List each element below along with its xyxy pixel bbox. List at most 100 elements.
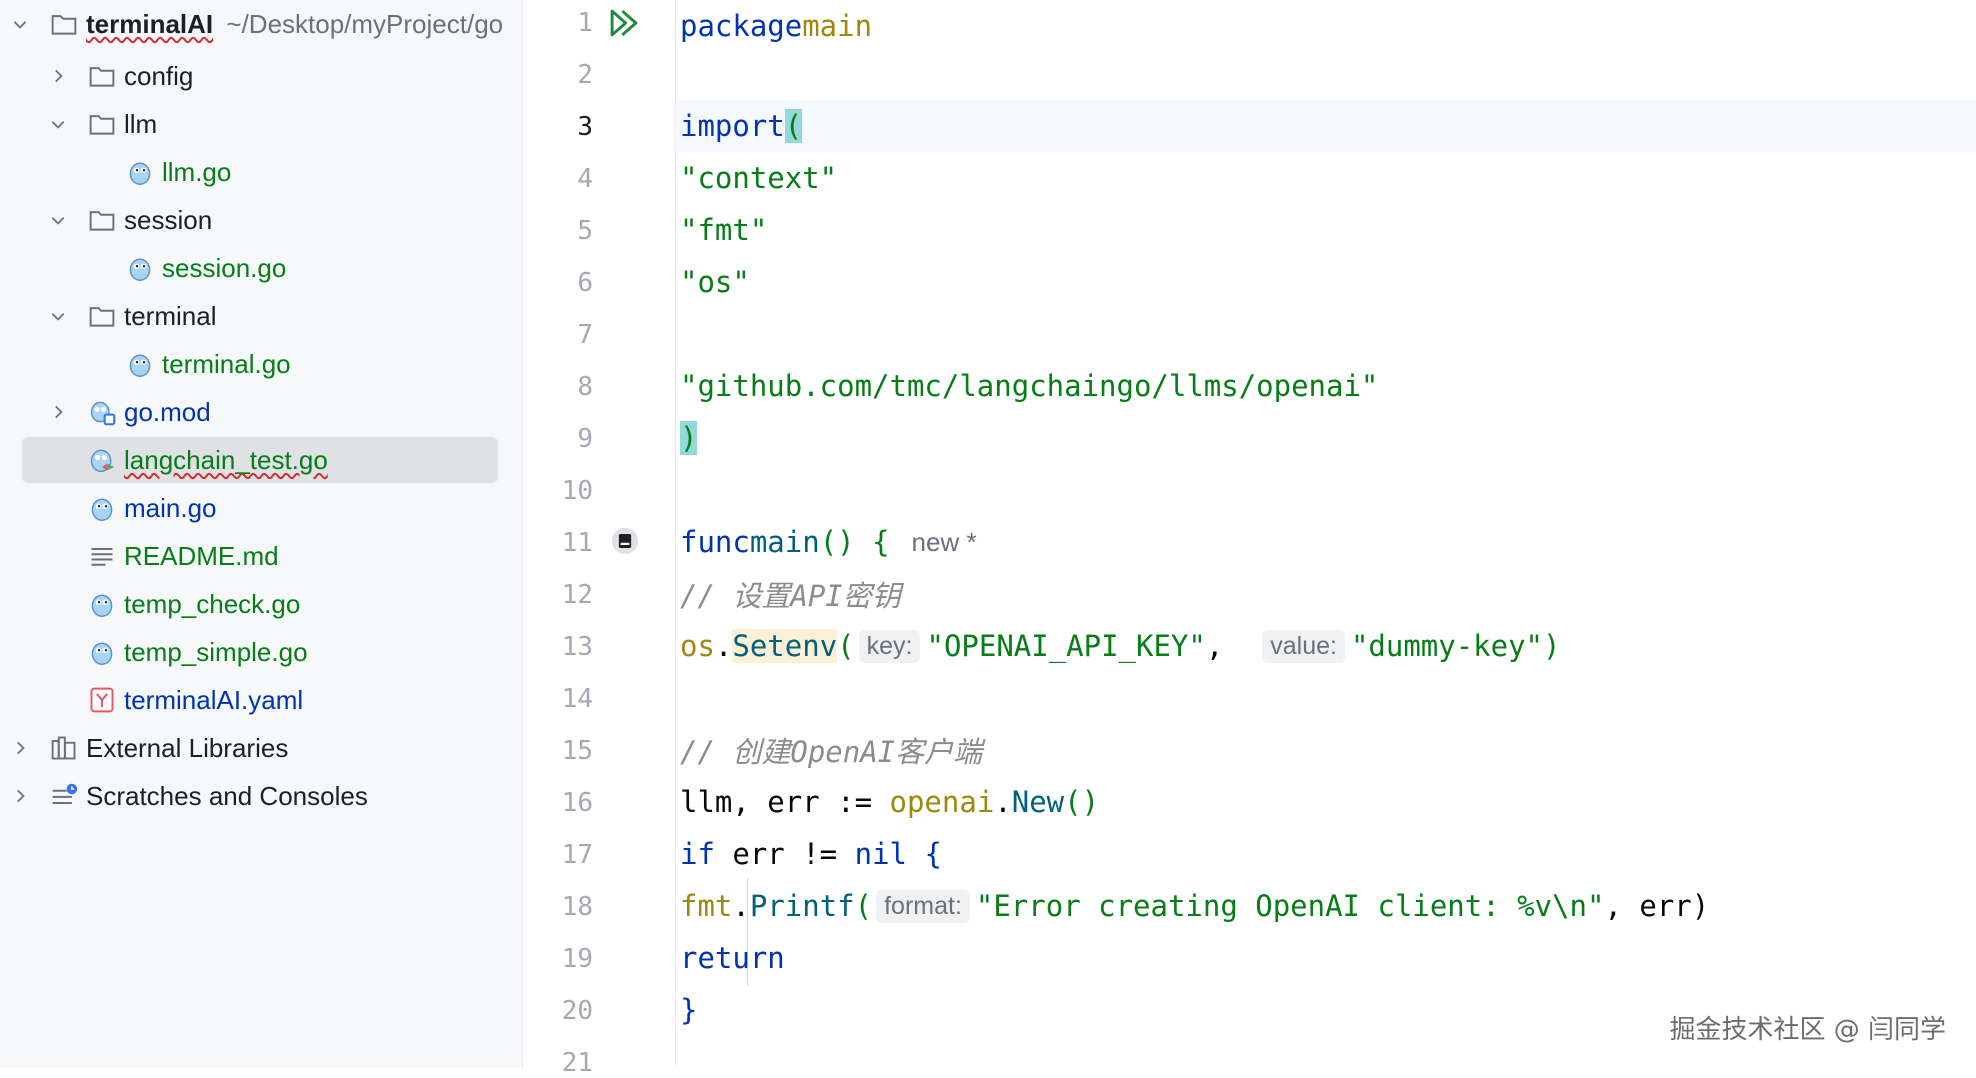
tree-item-temp-simple-go[interactable]: temp_simple.go [0,628,522,676]
folder-icon [88,62,116,90]
chevron-right-icon[interactable] [48,402,68,422]
tree-item-label: temp_check.go [124,588,301,619]
run-icon[interactable] [607,6,641,40]
line-number: 10 [561,476,593,506]
author-hint[interactable]: new * [912,527,977,558]
tree-item-llm[interactable]: llm [0,100,522,148]
line-number: 17 [561,840,593,870]
tree-item-label: External Libraries [86,732,289,763]
code-line-11: func main() {new * [680,525,977,559]
scratches-icon [50,782,78,810]
tree-item-label: config [124,60,194,91]
code-line-16: llm, err := openai. New() [680,785,1100,819]
tree-item-label: langchain_test.go [124,444,328,475]
code-editor[interactable]: package main import ( "context" "fmt" "o… [676,0,1976,1068]
tree-item-terminalai-yaml[interactable]: terminalAI.yaml [0,676,522,724]
tree-item-terminal-go[interactable]: terminal.go [0,340,522,388]
code-line-18: fmt. Printf(format: "Error creating OpenAI… [680,889,1710,923]
line-number: 20 [561,996,593,1026]
tree-item-scratches[interactable]: Scratches and Consoles [0,772,522,820]
chevron-down-icon[interactable] [48,114,68,134]
line-number: 11 [561,528,593,558]
tree-item-label: temp_simple.go [124,636,308,667]
code-line-6: "os" [680,265,750,299]
project-path: ~/Desktop/myProject/go [226,8,504,39]
editor-gutter: 1 2 3 4 5 6 7 8 9 10 11 12 13 14 15 16 1… [523,0,676,1078]
line-number: 21 [561,1048,593,1078]
line-number: 5 [577,216,593,246]
tree-root-terminalAI[interactable]: terminalAI ~/Desktop/myProject/go [0,0,522,48]
tree-item-label: Scratches and Consoles [86,780,368,811]
line-number: 15 [561,736,593,766]
project-name: terminalAI ~/Desktop/myProject/go [86,8,504,39]
tree-item-label: session [124,204,213,235]
gopher-icon [126,350,154,378]
gopher-icon [88,638,116,666]
chevron-right-icon[interactable] [10,738,30,758]
line-number: 16 [561,788,593,818]
chevron-down-icon[interactable] [48,210,68,230]
code-line-20: } [680,993,698,1027]
line-number: 3 [577,112,593,142]
go-mod-icon [88,398,116,426]
folder-icon [88,206,116,234]
tree-item-langchain-test-go[interactable]: langchain_test.go [0,436,522,484]
folder-icon [88,110,116,138]
tree-item-temp-check-go[interactable]: temp_check.go [0,580,522,628]
line-number: 9 [577,424,593,454]
library-icon [50,734,78,762]
tree-item-label: README.md [124,540,279,571]
gopher-icon [88,494,116,522]
code-line-12: // 设置API密钥 [680,579,901,613]
project-tree-panel: terminalAI ~/Desktop/myProject/go config… [0,0,523,1068]
chevron-right-icon[interactable] [48,66,68,86]
tree-item-session-go[interactable]: session.go [0,244,522,292]
tree-item-config[interactable]: config [0,52,522,100]
tree-item-readme[interactable]: README.md [0,532,522,580]
code-line-5: "fmt" [680,213,768,247]
line-number: 18 [561,892,593,922]
param-hint-format: format: [876,889,970,923]
line-number: 4 [577,164,593,194]
folder-icon [50,10,78,38]
tree-item-main-go[interactable]: main.go [0,484,522,532]
tree-item-label: go.mod [124,396,211,427]
line-number: 13 [561,632,593,662]
code-line-8: "github.com/tmc/langchaingo/llms/openai" [680,369,1379,403]
watermark: 掘金技术社区 @ 闫同学 [1669,1015,1946,1045]
code-line-17: if err != nil { [680,837,942,871]
code-line-15: // 创建OpenAI客户端 [680,735,983,769]
tree-item-label: session.go [162,252,287,283]
line-number: 6 [577,268,593,298]
tree-item-label: terminal [124,300,217,331]
line-number: 19 [561,944,593,974]
chevron-right-icon[interactable] [10,786,30,806]
code-line-3: import ( [680,109,803,143]
chevron-down-icon[interactable] [48,306,68,326]
code-line-19: return [680,941,785,975]
line-number: 12 [561,580,593,610]
tree-item-label: terminalAI.yaml [124,684,304,715]
ai-gutter-icon[interactable] [611,527,639,555]
line-number: 8 [577,372,593,402]
code-line-1: package main [680,9,873,43]
tree-item-label: terminal.go [162,348,291,379]
chevron-down-icon[interactable] [10,14,30,34]
tree-item-terminal[interactable]: terminal [0,292,522,340]
tree-item-go-mod[interactable]: go.mod [0,388,522,436]
tree-item-label: main.go [124,492,217,523]
folder-icon [88,302,116,330]
tree-item-llm-go[interactable]: llm.go [0,148,522,196]
tree-item-external-libraries[interactable]: External Libraries [0,724,522,772]
line-number: 1 [577,8,593,38]
param-hint-value: value: [1262,629,1345,663]
tree-item-session[interactable]: session [0,196,522,244]
tree-item-label: llm [124,108,158,139]
param-hint-key: key: [858,629,921,663]
tree-item-label: llm.go [162,156,232,187]
gopher-icon [88,590,116,618]
line-number: 14 [561,684,593,714]
gopher-icon [126,158,154,186]
yaml-icon [88,686,116,714]
code-line-9: ) [680,421,698,455]
